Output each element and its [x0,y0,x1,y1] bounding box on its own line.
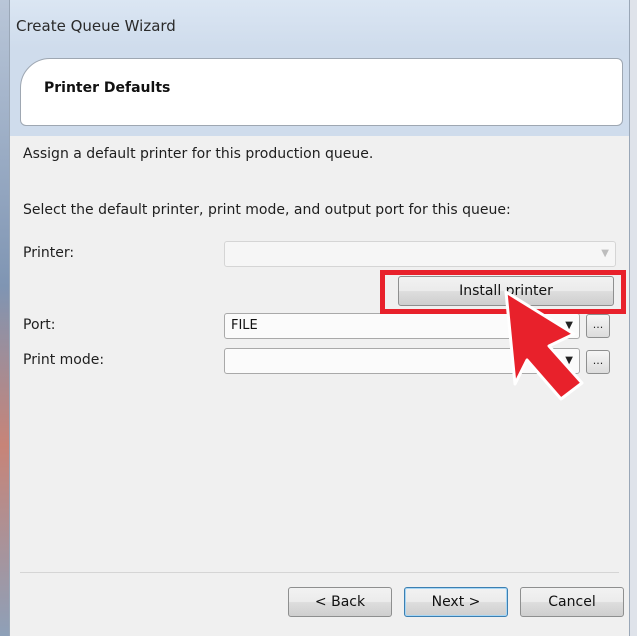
red-arrow-pointer-icon [504,290,584,401]
